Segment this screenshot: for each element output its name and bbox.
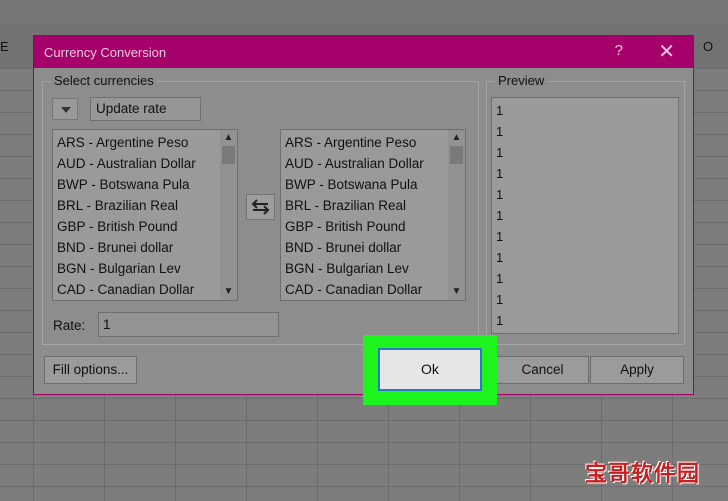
dialog-title: Currency Conversion	[44, 45, 167, 60]
swap-currencies-button[interactable]	[246, 194, 275, 220]
scroll-thumb[interactable]	[222, 146, 235, 164]
preview-value: 1	[496, 187, 504, 202]
scroll-down-arrow-icon[interactable]: ▼	[448, 284, 465, 300]
preview-value: 1	[496, 145, 504, 160]
currency-list-item[interactable]: BRL - Brazilian Real	[285, 195, 447, 216]
dialog-titlebar: Currency Conversion ? ✕	[34, 36, 693, 68]
ok-button[interactable]: Ok	[378, 348, 482, 391]
ribbon-bar	[0, 0, 728, 24]
preview-value: 1	[496, 292, 504, 307]
scroll-thumb[interactable]	[450, 146, 463, 164]
cancel-button[interactable]: Cancel	[496, 356, 589, 384]
preview-value: 1	[496, 166, 504, 181]
preview-value: 1	[496, 250, 504, 265]
currency-list-item[interactable]: BWP - Botswana Pula	[285, 174, 447, 195]
column-letter-e: E	[0, 39, 9, 54]
currency-list-item[interactable]: BGN - Bulgarian Lev	[285, 258, 447, 279]
from-currency-list[interactable]: ARS - Argentine Peso AUD - Australian Dol…	[52, 129, 238, 301]
currency-list-item[interactable]: GBP - British Pound	[57, 216, 219, 237]
preview-value: 1	[496, 124, 504, 139]
fill-options-button[interactable]: Fill options...	[44, 356, 137, 384]
preview-values: 1 1 1 1 1 1 1 1 1 1 1	[496, 100, 503, 331]
currency-list-item[interactable]: BWP - Botswana Pula	[57, 174, 219, 195]
currency-list-item[interactable]: GBP - British Pound	[285, 216, 447, 237]
currency-list-item[interactable]: BND - Brunei dollar	[57, 237, 219, 258]
to-list-scrollbar[interactable]: ▲ ▼	[448, 130, 465, 300]
preview-list: 1 1 1 1 1 1 1 1 1 1 1	[491, 97, 679, 334]
update-rate-dropdown-button[interactable]	[52, 98, 78, 120]
scroll-down-arrow-icon[interactable]: ▼	[220, 284, 237, 300]
from-list-scrollbar[interactable]: ▲ ▼	[220, 130, 237, 300]
preview-value: 1	[496, 313, 504, 328]
chevron-down-icon	[61, 107, 71, 113]
preview-value: 1	[496, 103, 504, 118]
scroll-up-arrow-icon[interactable]: ▲	[220, 130, 237, 146]
column-letter-o: O	[703, 39, 714, 54]
watermark-logo: 宝哥软件园	[585, 462, 701, 487]
to-currency-items: ARS - Argentine Peso AUD - Australian Dol…	[285, 132, 447, 300]
swap-arrows-icon	[251, 199, 270, 215]
apply-button[interactable]: Apply	[590, 356, 684, 384]
currency-list-item[interactable]: CAD - Canadian Dollar	[285, 279, 447, 300]
currency-list-item[interactable]: CAD - Canadian Dollar	[57, 279, 219, 300]
currency-list-item[interactable]: ARS - Argentine Peso	[285, 132, 447, 153]
currency-list-item[interactable]: AUD - Australian Dollar	[285, 153, 447, 174]
select-currencies-title: Select currencies	[51, 73, 157, 88]
close-button[interactable]: ✕	[658, 39, 675, 64]
currency-list-item[interactable]: BND - Brunei dollar	[285, 237, 447, 258]
rate-input[interactable]: 1	[98, 312, 279, 337]
grid-row-line	[0, 442, 728, 443]
from-currency-items: ARS - Argentine Peso AUD - Australian Dol…	[57, 132, 219, 300]
preview-value: 1	[496, 208, 504, 223]
grid-row-line	[0, 420, 728, 421]
to-currency-list[interactable]: ARS - Argentine Peso AUD - Australian Dol…	[280, 129, 466, 301]
update-rate-field[interactable]: Update rate	[90, 97, 201, 121]
currency-list-item[interactable]: BRL - Brazilian Real	[57, 195, 219, 216]
scroll-up-arrow-icon[interactable]: ▲	[448, 130, 465, 146]
help-button[interactable]: ?	[615, 42, 623, 59]
preview-value: 1	[496, 229, 504, 244]
currency-list-item[interactable]: AUD - Australian Dollar	[57, 153, 219, 174]
preview-value: 1	[496, 271, 504, 286]
preview-title: Preview	[495, 73, 548, 88]
rate-label: Rate:	[53, 318, 86, 333]
currency-list-item[interactable]: ARS - Argentine Peso	[57, 132, 219, 153]
currency-list-item[interactable]: BGN - Bulgarian Lev	[57, 258, 219, 279]
